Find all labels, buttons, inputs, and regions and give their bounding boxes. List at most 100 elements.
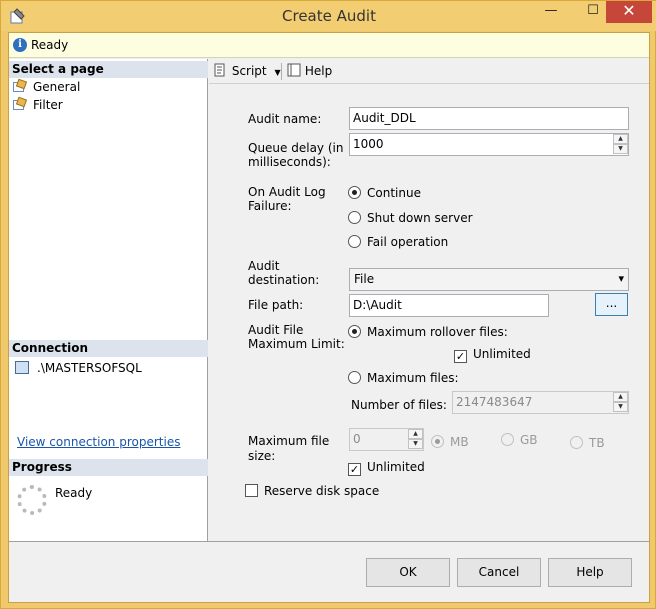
status-bar: i Ready (9, 33, 649, 58)
radio-label: MB (450, 435, 469, 449)
stepper-down-icon[interactable]: ▼ (408, 439, 423, 449)
number-of-files-value: 2147483647 (456, 395, 533, 409)
minimize-button[interactable]: — (537, 1, 565, 23)
server-icon (15, 361, 29, 374)
radio-indicator (348, 371, 361, 384)
select-page-header: Select a page (9, 61, 208, 78)
dialog-client: i Ready Select a page General Filter Con… (8, 32, 650, 603)
stepper-down-icon[interactable]: ▼ (613, 144, 628, 154)
connection-header: Connection (9, 340, 208, 357)
page-wrench-icon (13, 96, 28, 111)
radio-gb[interactable]: GB (501, 433, 538, 447)
queue-delay-label-line2: milliseconds): (248, 155, 331, 169)
audit-destination-select[interactable]: File ▾ (349, 268, 629, 291)
cancel-button[interactable]: Cancel (457, 558, 541, 587)
page-item-general[interactable]: General (13, 78, 80, 96)
reserve-disk-space-checkbox[interactable]: Reserve disk space (245, 484, 379, 498)
view-connection-properties-link[interactable]: View connection properties (17, 435, 180, 449)
ok-button[interactable]: OK (366, 558, 450, 587)
help-button[interactable]: Help (548, 558, 632, 587)
radio-indicator (431, 435, 444, 448)
checkmark-icon: ✓ (348, 463, 361, 476)
checkbox-label: Reserve disk space (264, 484, 380, 498)
progress-spinner-icon (17, 485, 47, 515)
stepper-up-icon[interactable]: ▲ (613, 392, 628, 402)
toolbar-separator (281, 63, 282, 80)
toolbar: Script ▼ Help (209, 59, 649, 84)
radio-fail-operation[interactable]: Fail operation (348, 235, 448, 249)
radio-label: Continue (367, 186, 421, 200)
max-file-size-value: 0 (353, 432, 361, 446)
stepper-up-icon[interactable]: ▲ (613, 134, 628, 144)
page-wrench-icon (13, 78, 28, 93)
max-file-size-input[interactable]: 0 ▲ ▼ (349, 428, 424, 451)
radio-indicator (348, 211, 361, 224)
radio-label: TB (589, 436, 605, 450)
help-toolbar-button[interactable]: Help (287, 63, 332, 78)
page-item-label: Filter (33, 98, 63, 112)
on-failure-label-line1: On Audit Log (248, 185, 326, 199)
radio-label: Shut down server (367, 211, 473, 225)
max-file-size-stepper[interactable]: ▲ ▼ (408, 429, 423, 450)
script-label: Script (231, 64, 267, 78)
max-file-size-label-line2: size: (248, 449, 276, 463)
server-name: .\MASTERSOFSQL (37, 361, 142, 375)
status-text: Ready (31, 38, 69, 52)
number-of-files-label: Number of files: (351, 398, 447, 412)
script-button[interactable]: Script ▼ (213, 63, 281, 78)
max-limit-label-line2: Maximum Limit: (248, 337, 345, 351)
destination-label-line2: destination: (248, 273, 320, 287)
audit-name-input[interactable]: Audit_DDL (349, 107, 629, 130)
radio-max-files[interactable]: Maximum files: (348, 371, 459, 385)
radio-indicator (348, 235, 361, 248)
close-button[interactable]: ✕ (606, 1, 652, 23)
queue-delay-input[interactable]: 1000 ▲ ▼ (349, 133, 629, 156)
queue-delay-stepper[interactable]: ▲ ▼ (613, 134, 628, 155)
radio-label: Maximum rollover files: (367, 325, 508, 339)
radio-shut-down-server[interactable]: Shut down server (348, 211, 473, 225)
stepper-up-icon[interactable]: ▲ (408, 429, 423, 439)
destination-value: File (354, 272, 375, 286)
radio-continue[interactable]: Continue (348, 186, 421, 200)
queue-delay-label-line1: Queue delay (in (248, 141, 344, 155)
help-book-icon (287, 63, 301, 77)
create-audit-window: Create Audit — ☐ ✕ i Ready Select a page… (0, 0, 656, 609)
help-toolbar-label: Help (304, 64, 333, 78)
checkbox-label: Unlimited (473, 347, 531, 361)
maximize-button[interactable]: ☐ (579, 1, 607, 23)
radio-indicator (501, 433, 514, 446)
progress-header: Progress (9, 459, 208, 476)
stepper-down-icon[interactable]: ▼ (613, 402, 628, 412)
rollover-unlimited-checkbox[interactable]: ✓ Unlimited (454, 347, 531, 363)
radio-tb[interactable]: TB (570, 436, 605, 450)
radio-label: Maximum files: (367, 371, 459, 385)
file-path-input[interactable]: D:\Audit (349, 294, 549, 317)
left-pane: Select a page General Filter Connection … (9, 59, 208, 541)
max-limit-label-line1: Audit File (248, 323, 304, 337)
radio-indicator (348, 325, 361, 338)
on-failure-label-line2: Failure: (248, 199, 292, 213)
checkbox-box (245, 484, 258, 497)
script-icon (214, 63, 225, 77)
checkbox-label: Unlimited (367, 460, 425, 474)
radio-indicator (348, 186, 361, 199)
number-of-files-input[interactable]: 2147483647 ▲ ▼ (452, 391, 629, 414)
button-bar: OK Cancel Help (9, 541, 649, 602)
checkmark-icon: ✓ (454, 350, 467, 363)
number-of-files-stepper[interactable]: ▲ ▼ (613, 392, 628, 413)
max-file-size-label-line1: Maximum file (248, 434, 330, 448)
title-bar: Create Audit — ☐ ✕ (1, 1, 656, 31)
browse-button[interactable]: ... (595, 293, 628, 316)
chevron-down-icon[interactable]: ▼ (274, 68, 280, 77)
radio-max-rollover-files[interactable]: Maximum rollover files: (348, 325, 508, 339)
file-path-label: File path: (248, 298, 304, 312)
chevron-down-icon: ▾ (618, 272, 624, 285)
page-item-filter[interactable]: Filter (13, 96, 63, 114)
size-unlimited-checkbox[interactable]: ✓ Unlimited (348, 460, 425, 476)
page-item-label: General (33, 80, 81, 94)
connection-server: .\MASTERSOFSQL (15, 361, 142, 375)
radio-mb[interactable]: MB (431, 435, 469, 449)
progress-text: Ready (55, 486, 93, 500)
info-icon: i (13, 38, 27, 52)
destination-label-line1: Audit (248, 259, 280, 273)
